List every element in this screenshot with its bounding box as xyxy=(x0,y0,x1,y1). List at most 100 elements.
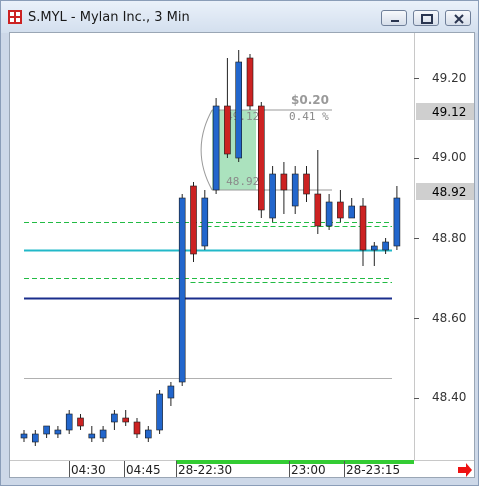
candle xyxy=(325,194,333,230)
candle-body xyxy=(88,433,96,439)
price-tag-last-label: 48.92 xyxy=(432,185,466,199)
candle xyxy=(99,426,107,442)
candle xyxy=(393,186,401,250)
close-icon xyxy=(454,14,464,24)
candle xyxy=(167,382,175,406)
candle-body xyxy=(348,205,356,219)
candle-body xyxy=(337,201,344,219)
candle-body xyxy=(212,105,220,191)
candle-body xyxy=(31,433,39,443)
candle-body xyxy=(224,105,231,155)
candle xyxy=(370,242,378,266)
x-tick-label: 04:45 xyxy=(126,463,161,477)
candle xyxy=(190,182,197,262)
x-tick-label: 28-22:30 xyxy=(178,463,232,477)
candle xyxy=(235,50,242,162)
measure-tool[interactable]: $0.20 0.41 % 49.12 48.92 xyxy=(200,93,332,191)
y-tick-label: 48.60 xyxy=(432,311,466,325)
candle-body xyxy=(178,197,186,383)
x-tick-label: 04:30 xyxy=(71,463,106,477)
measure-change-label: $0.20 xyxy=(291,93,329,107)
candle-body xyxy=(65,413,73,431)
candle xyxy=(201,190,209,250)
candle xyxy=(246,54,254,110)
candle-body xyxy=(43,425,50,435)
candle xyxy=(77,414,84,430)
x-tick-label: 28-23:15 xyxy=(346,463,400,477)
candle-body xyxy=(314,193,322,227)
chart-area[interactable]: $0.20 0.41 % 49.12 48.92 49.20 49.00 48.80 … xyxy=(9,32,475,478)
measure-low-label: 48.92 xyxy=(226,175,259,188)
close-button[interactable] xyxy=(445,10,471,26)
candlestick-chart[interactable]: $0.20 0.41 % 49.12 48.92 49.20 49.00 48.80 … xyxy=(10,33,474,477)
candle xyxy=(43,425,50,438)
candle-body xyxy=(382,241,389,251)
y-tick-label: 49.00 xyxy=(432,150,466,164)
candle xyxy=(212,98,220,194)
candle xyxy=(269,166,276,222)
measure-percent-label: 0.41 % xyxy=(289,110,329,123)
candle-body xyxy=(393,197,401,247)
candle-body xyxy=(156,393,163,431)
candle xyxy=(31,430,39,446)
candle xyxy=(88,426,96,442)
candle xyxy=(303,166,310,202)
price-axis[interactable]: 49.20 49.00 48.80 48.60 48.40 xyxy=(414,71,466,404)
candle xyxy=(224,58,231,158)
measure-high-label: 49.12 xyxy=(226,110,259,123)
app-icon xyxy=(8,10,22,24)
price-tag-last: 48.92 xyxy=(416,183,474,200)
candle-body xyxy=(269,173,276,219)
candle-body xyxy=(133,421,141,435)
time-axis[interactable]: 04:30 04:45 28-22:30 23:00 28-23:15 xyxy=(69,460,415,477)
minimize-icon xyxy=(391,20,399,22)
candle xyxy=(122,410,129,426)
measure-arc xyxy=(200,109,213,191)
window-title: S.MYL - Mylan Inc., 3 Min xyxy=(28,10,190,25)
y-tick-label: 48.80 xyxy=(432,231,466,245)
candle-body xyxy=(303,173,310,195)
candle xyxy=(314,150,322,234)
chart-window: S.MYL - Mylan Inc., 3 Min $0.20 0.41 % 49.… xyxy=(0,0,479,486)
candle-body xyxy=(201,197,209,247)
candle-body xyxy=(99,429,107,439)
candle xyxy=(359,198,367,266)
candle-body xyxy=(291,173,299,207)
candle xyxy=(280,162,288,214)
candle-body xyxy=(77,417,84,427)
candle xyxy=(65,410,73,434)
candle-body xyxy=(122,417,129,423)
candle-body xyxy=(145,429,152,439)
candle xyxy=(258,102,265,218)
candle-body xyxy=(258,105,265,211)
candle xyxy=(54,426,62,438)
price-tag-high: 49.12 xyxy=(416,103,474,120)
title-bar[interactable]: S.MYL - Mylan Inc., 3 Min xyxy=(1,1,478,33)
restore-icon xyxy=(421,14,433,24)
candle xyxy=(133,418,141,438)
candles xyxy=(20,50,401,446)
restore-button[interactable] xyxy=(413,10,439,26)
candle xyxy=(145,426,152,442)
candle xyxy=(348,198,356,219)
candle-body xyxy=(20,433,28,439)
x-tick-label: 23:00 xyxy=(291,463,326,477)
candle-body xyxy=(235,61,242,159)
y-tick-label: 48.40 xyxy=(432,390,466,404)
y-tick-label: 49.20 xyxy=(432,71,466,85)
candle-body xyxy=(246,57,254,107)
candle xyxy=(156,390,163,434)
candle-body xyxy=(167,385,175,399)
candle-body xyxy=(280,173,288,191)
candle-body xyxy=(325,201,333,227)
candle xyxy=(111,410,118,430)
minimize-button[interactable] xyxy=(381,10,407,26)
candle-body xyxy=(359,205,367,251)
candle-body xyxy=(54,429,62,435)
candle xyxy=(20,430,28,442)
candle xyxy=(382,238,389,254)
candle xyxy=(178,194,186,386)
scroll-right-arrow-icon[interactable] xyxy=(458,463,472,477)
candle-body xyxy=(190,185,197,255)
price-tag-high-label: 49.12 xyxy=(432,105,466,119)
